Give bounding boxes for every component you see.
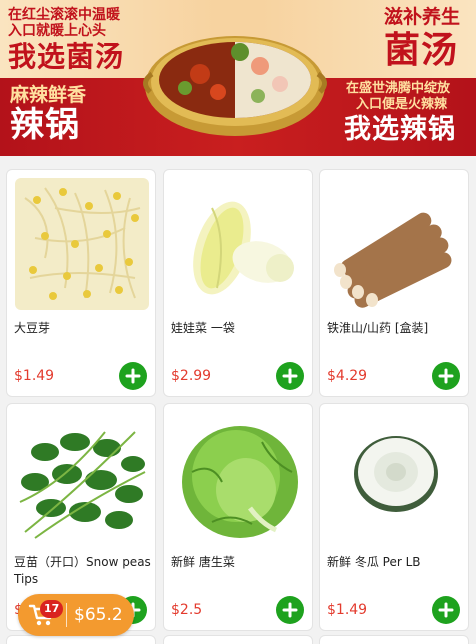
lettuce-image[interactable]	[170, 412, 308, 544]
product-name: 新鲜 唐生菜	[171, 555, 235, 569]
bean-sprouts-image[interactable]	[13, 178, 151, 310]
product-card-partial	[319, 635, 469, 644]
product-name: 新鲜 冬瓜 Per LB	[327, 555, 421, 569]
product-price: $2.5	[171, 602, 203, 618]
add-to-cart-button[interactable]	[432, 362, 460, 390]
cart-total: $65.2	[74, 605, 123, 625]
banner-right-bottom-line1: 在盛世沸腾中绽放	[346, 81, 451, 96]
product-card[interactable]: 铁淮山/山药 [盒装] $4.29	[319, 169, 469, 397]
banner-left-top-line1: 在红尘滚滚中温暖	[8, 7, 120, 23]
product-card[interactable]: 新鲜 冬瓜 Per LB $1.49	[319, 403, 469, 631]
banner-right-bottom-line2: 入口便是火辣辣	[356, 97, 448, 112]
promo-banner[interactable]: 在红尘滚滚中温暖 入口就暖上心头 我选菌汤 滋补养生 菌汤 麻辣鲜香 辣锅 在盛…	[0, 0, 476, 156]
product-price: $4.29	[327, 368, 368, 384]
plus-icon	[282, 368, 298, 384]
add-to-cart-button[interactable]	[119, 362, 147, 390]
banner-left-top-line2: 入口就暖上心头	[8, 23, 106, 39]
hotpot-image	[143, 36, 327, 136]
yam-image[interactable]	[326, 178, 464, 310]
banner-right-top-big: 菌汤	[384, 30, 459, 71]
product-price: $2.99	[171, 368, 212, 384]
plus-icon	[438, 368, 454, 384]
cart-button[interactable]: 17 $65.2	[18, 594, 134, 636]
banner-right-top-small: 滋补养生	[384, 6, 461, 28]
banner-left-bottom-big: 辣锅	[10, 105, 80, 145]
add-to-cart-button[interactable]	[276, 362, 304, 390]
product-name: 铁淮山/山药 [盒装]	[327, 321, 429, 335]
product-card-partial	[163, 635, 313, 644]
banner-left-top-big: 我选菌汤	[8, 40, 125, 73]
add-to-cart-button[interactable]	[276, 596, 304, 624]
product-name: 大豆芽	[14, 321, 51, 335]
product-name: 娃娃菜 一袋	[171, 321, 235, 335]
product-card[interactable]: 娃娃菜 一袋 $2.99	[163, 169, 313, 397]
add-to-cart-button[interactable]	[432, 596, 460, 624]
pea-shoots-image[interactable]	[13, 412, 151, 544]
plus-icon	[125, 368, 141, 384]
product-card[interactable]: 大豆芽 $1.49	[6, 169, 156, 397]
banner-left-bottom-small: 麻辣鲜香	[10, 84, 87, 106]
product-card-partial	[6, 635, 156, 644]
product-price: $1.49	[14, 368, 55, 384]
cart-count-badge: 17	[40, 600, 64, 618]
banner-right-bottom-big: 我选辣锅	[344, 114, 456, 145]
baby-cabbage-image[interactable]	[170, 178, 308, 310]
plus-icon	[438, 602, 454, 618]
winter-melon-image[interactable]	[326, 412, 464, 544]
product-price: $1.49	[327, 602, 368, 618]
cart-divider	[66, 603, 67, 627]
product-name: 豆苗（开口）Snow peas Tips	[14, 555, 151, 586]
plus-icon	[282, 602, 298, 618]
product-card[interactable]: 新鲜 唐生菜 $2.5	[163, 403, 313, 631]
